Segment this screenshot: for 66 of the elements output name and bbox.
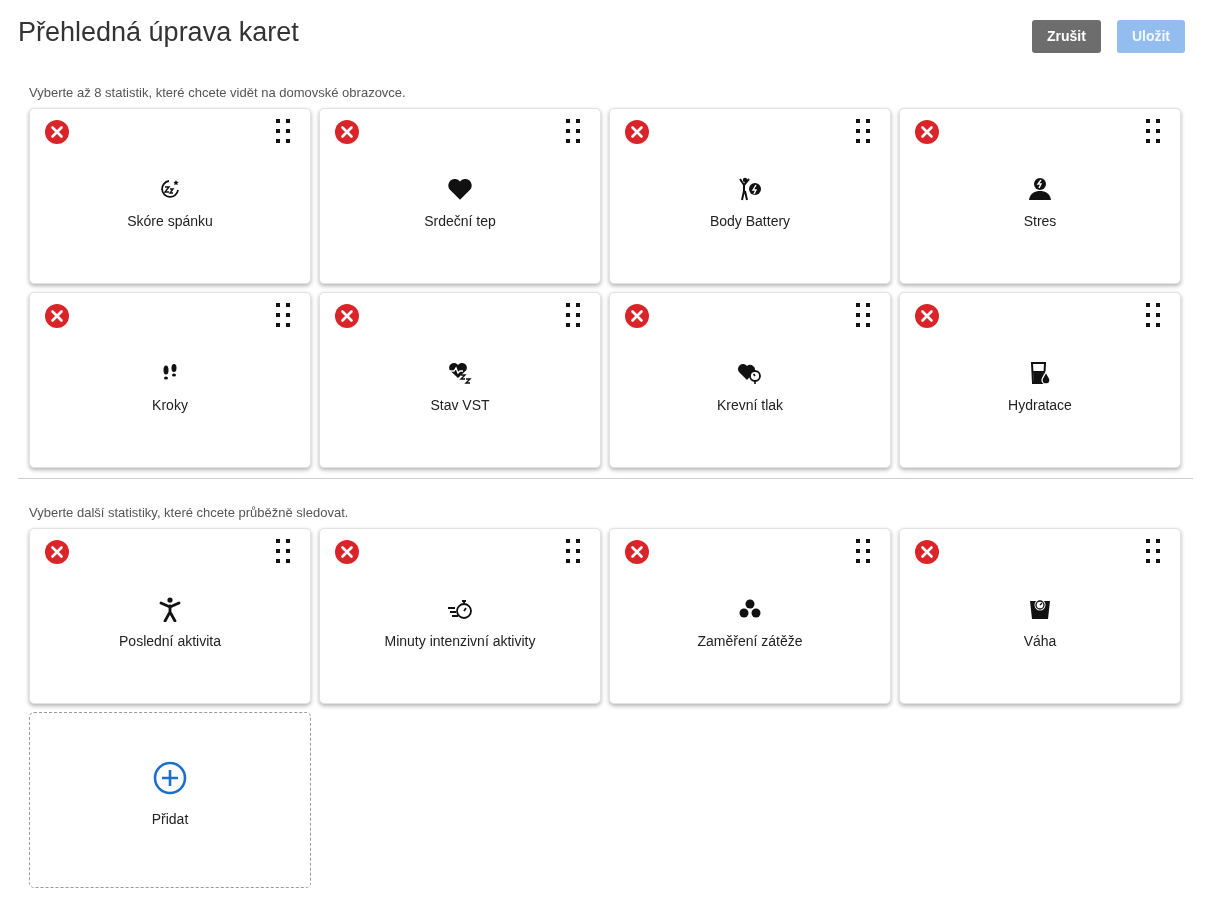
- sleep-icon: [158, 177, 182, 201]
- remove-icon[interactable]: [914, 303, 940, 329]
- card-label: Skóre spánku: [127, 212, 213, 231]
- stat-card[interactable]: Srdeční tep: [319, 108, 601, 284]
- drag-handle-icon[interactable]: [276, 539, 290, 563]
- glass-drop-icon: [1029, 361, 1051, 385]
- add-card[interactable]: Přidat: [29, 712, 311, 888]
- remove-icon[interactable]: [44, 119, 70, 145]
- card-label: Hydratace: [1008, 396, 1072, 415]
- stat-card[interactable]: Skóre spánku: [29, 108, 311, 284]
- stat-card[interactable]: Stav VST: [319, 292, 601, 468]
- remove-icon[interactable]: [624, 119, 650, 145]
- section-hint: Vyberte až 8 statistik, které chcete vidět na domovské obrazovce.: [28, 85, 407, 101]
- drag-handle-icon[interactable]: [276, 303, 290, 327]
- card-label: Minuty intenzivní aktivity: [384, 632, 536, 651]
- drag-handle-icon[interactable]: [566, 539, 580, 563]
- stat-card[interactable]: Stres: [899, 108, 1181, 284]
- cancel-button[interactable]: Zrušit: [1032, 20, 1101, 53]
- stat-card[interactable]: Zaměření zátěže: [609, 528, 891, 704]
- card-label: Váha: [1023, 632, 1057, 651]
- heart-zz-icon: [448, 361, 472, 385]
- stat-card[interactable]: Body Battery: [609, 108, 891, 284]
- stat-card[interactable]: Kroky: [29, 292, 311, 468]
- remove-icon[interactable]: [914, 119, 940, 145]
- person-bolt-icon: [1027, 177, 1053, 201]
- drag-handle-icon[interactable]: [1146, 539, 1160, 563]
- remove-icon[interactable]: [44, 303, 70, 329]
- stat-card[interactable]: Krevní tlak: [609, 292, 891, 468]
- remove-icon[interactable]: [44, 539, 70, 565]
- stat-card[interactable]: Poslední aktivita: [29, 528, 311, 704]
- three-circles-icon: [738, 598, 762, 620]
- stopwatch-icon: [447, 598, 473, 620]
- add-label: Přidat: [151, 810, 189, 829]
- card-label: Stav VST: [430, 396, 490, 415]
- heart-gauge-icon: [737, 361, 763, 385]
- stat-card[interactable]: Hydratace: [899, 292, 1181, 468]
- card-label: Body Battery: [709, 212, 791, 231]
- heart-icon: [447, 177, 473, 201]
- stat-card[interactable]: Váha: [899, 528, 1181, 704]
- stat-card[interactable]: Minuty intenzivní aktivity: [319, 528, 601, 704]
- drag-handle-icon[interactable]: [566, 119, 580, 143]
- drag-handle-icon[interactable]: [856, 539, 870, 563]
- remove-icon[interactable]: [334, 539, 360, 565]
- card-label: Srdeční tep: [424, 212, 496, 231]
- figure-icon: [158, 596, 182, 622]
- remove-icon[interactable]: [334, 303, 360, 329]
- card-label: Poslední aktivita: [119, 632, 221, 651]
- drag-handle-icon[interactable]: [1146, 303, 1160, 327]
- remove-icon[interactable]: [624, 303, 650, 329]
- remove-icon[interactable]: [624, 539, 650, 565]
- drag-handle-icon[interactable]: [566, 303, 580, 327]
- scale-icon: [1028, 597, 1052, 621]
- section-hint: Vyberte další statistiky, které chcete průběžně sledovat.: [28, 505, 350, 521]
- drag-handle-icon[interactable]: [856, 119, 870, 143]
- page-title: Přehledná úprava karet: [18, 16, 299, 49]
- card-label: Krevní tlak: [716, 396, 784, 415]
- remove-icon[interactable]: [914, 539, 940, 565]
- card-label: Kroky: [152, 396, 188, 415]
- person-bolt-icon: [738, 176, 762, 202]
- plus-icon: [153, 761, 187, 795]
- drag-handle-icon[interactable]: [276, 119, 290, 143]
- card-label: Stres: [1023, 212, 1057, 231]
- drag-handle-icon[interactable]: [856, 303, 870, 327]
- drag-handle-icon[interactable]: [1146, 119, 1160, 143]
- remove-icon[interactable]: [334, 119, 360, 145]
- card-label: Zaměření zátěže: [697, 632, 803, 651]
